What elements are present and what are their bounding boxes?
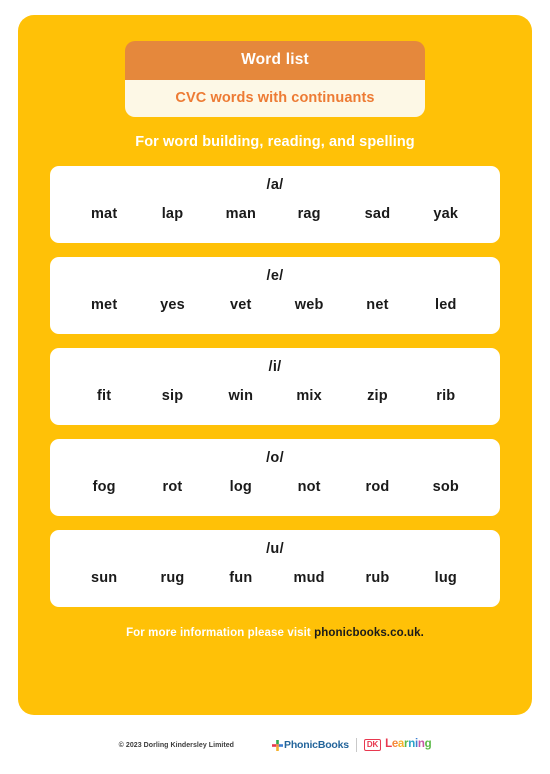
- word-item: log: [229, 479, 252, 495]
- poster-subtitle: For word building, reading, and spelling: [135, 134, 415, 150]
- footer-prefix-text: For more information please visit: [126, 627, 315, 639]
- word-list-subtitle-banner: CVC words with continuants: [125, 80, 425, 117]
- word-item: sad: [364, 206, 391, 222]
- logo-group: PhonicBooks DK Learning: [272, 738, 432, 752]
- word-item: yes: [160, 297, 185, 313]
- word-item: sun: [90, 570, 118, 586]
- word-row: fit sip win mix zip rib: [64, 388, 486, 404]
- word-item: zip: [367, 388, 388, 404]
- word-item: man: [225, 206, 257, 222]
- phonic-books-flower-icon: [272, 739, 284, 751]
- dk-learning-wordmark: Learning: [385, 738, 432, 751]
- word-item: sip: [161, 388, 184, 404]
- poster-footer: For more information please visit phonic…: [126, 627, 424, 639]
- dk-learning-logo[interactable]: DK Learning: [363, 738, 432, 751]
- word-card: /i/fit sip win mix zip rib: [50, 348, 500, 425]
- word-item: rod: [365, 479, 390, 495]
- phoneme-heading: /u/: [266, 541, 284, 557]
- word-item: yak: [433, 206, 459, 222]
- word-item: lug: [434, 570, 457, 586]
- phonic-books-wordmark: PhonicBooks: [284, 739, 349, 751]
- dk-learning-letter: L: [385, 738, 392, 751]
- word-item: vet: [230, 297, 252, 313]
- dk-learning-letter: g: [424, 738, 432, 751]
- word-card: /u/sun rug fun mud rub lug: [50, 530, 500, 607]
- word-item: rag: [297, 206, 321, 222]
- word-row: mat lap man rag sad yak: [64, 206, 486, 222]
- phoneme-heading: /a/: [266, 177, 284, 193]
- dk-learning-letter: n: [417, 738, 425, 751]
- word-item: mud: [293, 570, 325, 586]
- poster-panel: Word list CVC words with continuants For…: [18, 15, 532, 715]
- word-item: mix: [296, 388, 322, 404]
- word-item: lap: [161, 206, 184, 222]
- word-item: mat: [90, 206, 118, 222]
- phonicbooks-url-link[interactable]: phonicbooks.co.uk.: [314, 627, 424, 639]
- word-row: sun rug fun mud rub lug: [64, 570, 486, 586]
- word-card: /e/met yes vet web net led: [50, 257, 500, 334]
- phoneme-heading: /o/: [266, 450, 284, 466]
- word-list-title: Word list: [125, 41, 425, 80]
- word-item: fun: [229, 570, 253, 586]
- poster-page: Word list CVC words with continuants For…: [0, 0, 550, 774]
- dk-badge-icon: DK: [363, 739, 382, 751]
- dk-badge-label: DK: [366, 740, 379, 749]
- word-item: net: [366, 297, 389, 313]
- word-item: sob: [432, 479, 459, 495]
- word-card: /a/mat lap man rag sad yak: [50, 166, 500, 243]
- word-item: led: [435, 297, 457, 313]
- word-row: met yes vet web net led: [64, 297, 486, 313]
- word-item: win: [228, 388, 254, 404]
- word-item: not: [297, 479, 321, 495]
- phoneme-heading: /e/: [266, 268, 284, 284]
- word-item: fog: [92, 479, 116, 495]
- word-item: rug: [160, 570, 185, 586]
- word-item: met: [90, 297, 118, 313]
- word-item: rib: [436, 388, 456, 404]
- word-item: rot: [162, 479, 183, 495]
- logo-divider: [355, 738, 357, 752]
- word-card-list: /a/mat lap man rag sad yak/e/met yes vet web net l…: [50, 166, 500, 607]
- word-item: rub: [365, 570, 390, 586]
- word-item: web: [294, 297, 324, 313]
- word-card: /o/fog rot log not rod sob: [50, 439, 500, 516]
- word-item: fit: [97, 388, 112, 404]
- phonic-books-logo[interactable]: PhonicBooks: [272, 739, 349, 751]
- dk-learning-letter: n: [408, 738, 415, 751]
- copyright-text: © 2023 Dorling Kindersley Limited: [118, 741, 235, 749]
- credit-bar: © 2023 Dorling Kindersley Limited Phonic…: [0, 730, 550, 760]
- phoneme-heading: /i/: [268, 359, 282, 375]
- title-block: Word list CVC words with continuants: [125, 41, 425, 117]
- word-row: fog rot log not rod sob: [64, 479, 486, 495]
